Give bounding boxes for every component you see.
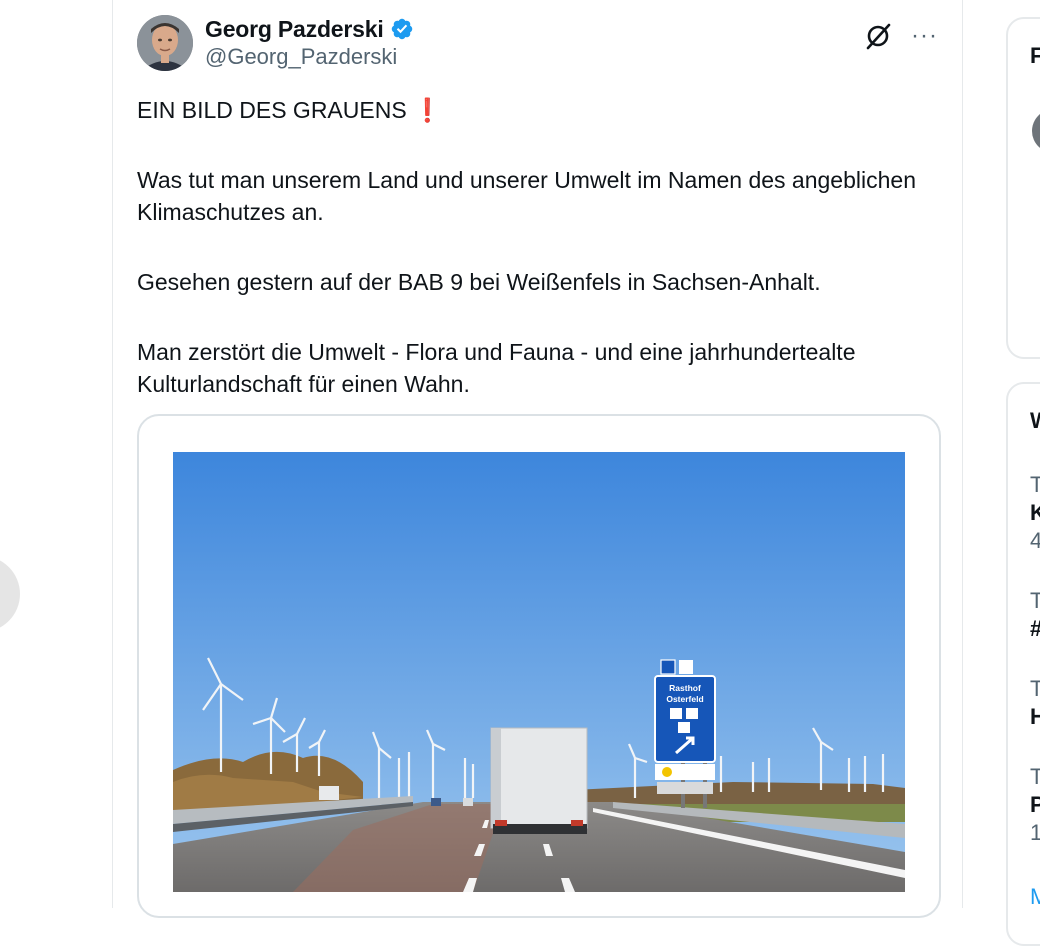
- avatar[interactable]: [137, 15, 193, 71]
- tweet-header: Georg Pazderski @Georg_Pazderski ···: [137, 15, 938, 75]
- trend-context: T: [1030, 764, 1040, 789]
- author-name[interactable]: Georg Pazderski: [205, 16, 384, 43]
- show-more-link[interactable]: M: [1030, 884, 1040, 910]
- tweet-paragraph: Was tut man unserem Land und unserer Umw…: [137, 167, 916, 225]
- trend-context: T: [1030, 472, 1040, 497]
- tweet-media-card[interactable]: Rasthof Osterfeld: [137, 414, 941, 918]
- trend-item[interactable]: #: [1030, 616, 1040, 642]
- author-handle[interactable]: @Georg_Pazderski: [205, 44, 397, 70]
- tweet-headline: EIN BILD DES GRAUENS: [137, 97, 407, 123]
- trend-context: T: [1030, 676, 1040, 701]
- tweet-photo[interactable]: Rasthof Osterfeld: [173, 452, 905, 892]
- sidebar-card-title: F: [1030, 43, 1040, 68]
- sign-subtitle: Osterfeld: [666, 694, 703, 704]
- tweet-body: EIN BILD DES GRAUENS ❗ Was tut man unser…: [137, 94, 937, 400]
- sidebar-card: F: [1006, 17, 1040, 359]
- tweet-paragraph: Gesehen gestern auf der BAB 9 bei Weißen…: [137, 269, 821, 295]
- trends-card: W T K 4 T # T H T P 1 M: [1006, 382, 1040, 946]
- back-nav-button[interactable]: [0, 556, 20, 632]
- trend-item[interactable]: K: [1030, 500, 1040, 526]
- grok-slash-icon[interactable]: [863, 21, 893, 51]
- tweet-paragraph: Man zerstört die Umwelt - Flora und Faun…: [137, 339, 856, 397]
- exclamation-emoji-icon: ❗: [413, 97, 442, 123]
- trend-count: 4: [1030, 528, 1040, 553]
- trend-context: T: [1030, 588, 1040, 613]
- more-horizontal-icon[interactable]: ···: [911, 24, 938, 48]
- sign-title: Rasthof: [669, 683, 701, 693]
- trend-count: 1: [1030, 820, 1040, 845]
- trend-item[interactable]: P: [1030, 792, 1040, 818]
- sidebar-avatar[interactable]: [1032, 109, 1040, 153]
- verified-badge-icon: [391, 18, 412, 40]
- timeline-column: Georg Pazderski @Georg_Pazderski ··· EIN…: [112, 0, 963, 918]
- trend-item[interactable]: H: [1030, 704, 1040, 730]
- trends-title: W: [1030, 408, 1040, 434]
